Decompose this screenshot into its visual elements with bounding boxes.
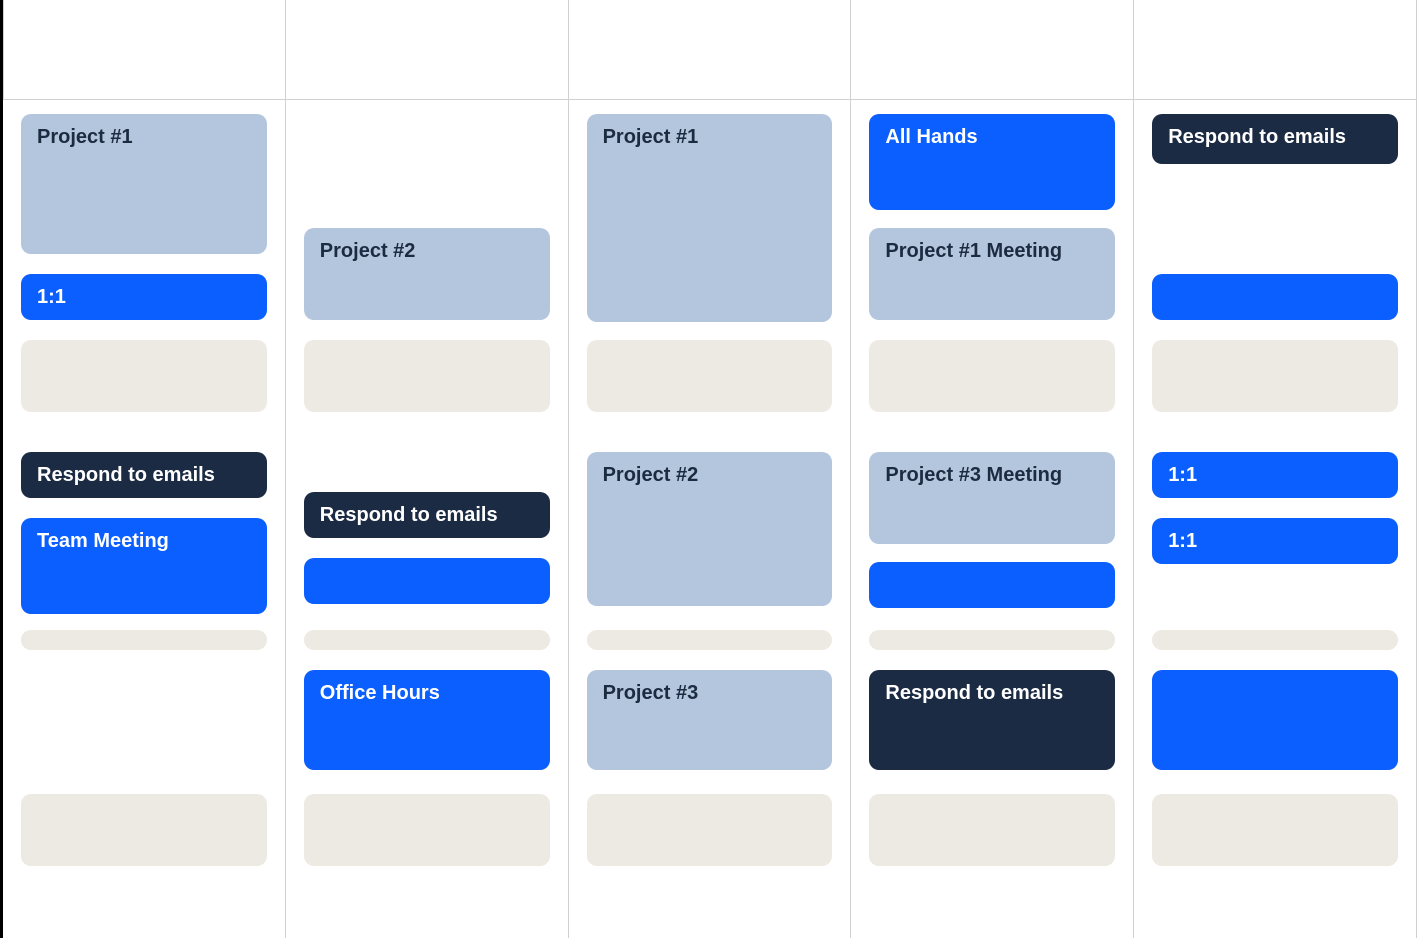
calendar-event[interactable]: Project #2	[304, 228, 550, 320]
day-header	[286, 0, 568, 100]
calendar-event[interactable]	[869, 562, 1115, 608]
day-body: All Hands Project #1 Meeting Project #3 Me…	[851, 100, 1133, 938]
day-column: All Hands Project #1 Meeting Project #3 Me…	[851, 0, 1134, 938]
calendar-event[interactable]	[21, 794, 267, 866]
calendar-event[interactable]	[21, 630, 267, 650]
calendar-event[interactable]	[304, 558, 550, 604]
calendar-event[interactable]	[304, 630, 550, 650]
calendar-event[interactable]	[587, 794, 833, 866]
calendar-event[interactable]	[1152, 670, 1398, 770]
calendar-event[interactable]	[869, 340, 1115, 412]
calendar-event[interactable]: Project #3	[587, 670, 833, 770]
calendar-week-grid: Project #1 1:1 Respond to emails Team Meeti…	[0, 0, 1417, 938]
calendar-event[interactable]: Respond to emails	[304, 492, 550, 538]
calendar-event[interactable]: Respond to emails	[1152, 114, 1398, 164]
day-column: Project #2 Respond to emails Office Hours	[286, 0, 569, 938]
calendar-event[interactable]	[1152, 794, 1398, 866]
day-body: Project #1 1:1 Respond to emails Team Meeti…	[3, 100, 285, 938]
calendar-event[interactable]	[1152, 630, 1398, 650]
calendar-event[interactable]	[304, 794, 550, 866]
calendar-event[interactable]	[869, 794, 1115, 866]
calendar-event[interactable]: Office Hours	[304, 670, 550, 770]
day-column: Project #1 Project #2 Project #3	[569, 0, 852, 938]
calendar-event[interactable]: 1:1	[1152, 518, 1398, 564]
day-header	[569, 0, 851, 100]
calendar-event[interactable]: 1:1	[21, 274, 267, 320]
day-body: Respond to emails 1:1 1:1	[1134, 100, 1416, 938]
calendar-event[interactable]	[304, 340, 550, 412]
calendar-event[interactable]: Project #3 Meeting	[869, 452, 1115, 544]
calendar-event[interactable]: 1:1	[1152, 452, 1398, 498]
calendar-event[interactable]	[1152, 340, 1398, 412]
calendar-event[interactable]	[21, 340, 267, 412]
day-column: Project #1 1:1 Respond to emails Team Meeti…	[3, 0, 286, 938]
day-body: Project #2 Respond to emails Office Hours	[286, 100, 568, 938]
calendar-event[interactable]	[1152, 274, 1398, 320]
calendar-event[interactable]: Team Meeting	[21, 518, 267, 614]
day-column: Respond to emails 1:1 1:1	[1134, 0, 1417, 938]
calendar-event[interactable]	[587, 630, 833, 650]
day-body: Project #1 Project #2 Project #3	[569, 100, 851, 938]
day-header	[851, 0, 1133, 100]
calendar-event[interactable]: All Hands	[869, 114, 1115, 210]
calendar-event[interactable]	[869, 630, 1115, 650]
day-header	[3, 0, 285, 100]
day-header	[1134, 0, 1416, 100]
calendar-event[interactable]: Project #1 Meeting	[869, 228, 1115, 320]
calendar-event[interactable]: Respond to emails	[21, 452, 267, 498]
calendar-event[interactable]: Project #1	[587, 114, 833, 322]
calendar-event[interactable]: Project #2	[587, 452, 833, 606]
calendar-event[interactable]	[587, 340, 833, 412]
calendar-event[interactable]: Project #1	[21, 114, 267, 254]
calendar-event[interactable]: Respond to emails	[869, 670, 1115, 770]
